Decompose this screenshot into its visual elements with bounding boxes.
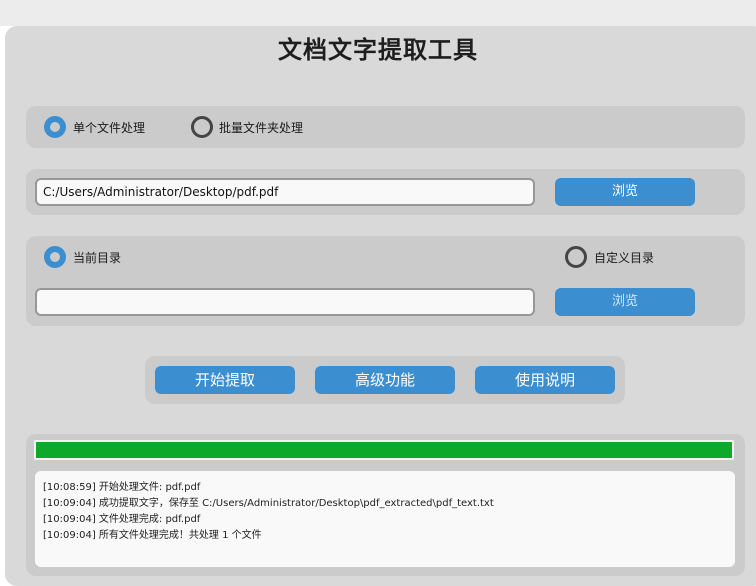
current-dir-radio[interactable] — [44, 246, 66, 268]
output-dir-input[interactable] — [35, 288, 535, 316]
custom-dir-radio[interactable] — [565, 246, 587, 268]
start-extract-button[interactable]: 开始提取 — [155, 366, 295, 394]
page-title: 文档文字提取工具 — [278, 36, 478, 64]
custom-dir-label[interactable]: 自定义目录 — [594, 249, 654, 266]
file-browse-button[interactable]: 浏览 — [555, 178, 695, 206]
progress-bar — [34, 440, 734, 460]
current-dir-label[interactable]: 当前目录 — [73, 249, 121, 266]
single-file-radio[interactable] — [44, 116, 66, 138]
progress-fill — [36, 442, 732, 458]
batch-folder-radio[interactable] — [191, 116, 213, 138]
help-button[interactable]: 使用说明 — [475, 366, 615, 394]
window-top-strip — [0, 0, 756, 26]
output-browse-button[interactable]: 浏览 — [555, 288, 695, 316]
single-file-label[interactable]: 单个文件处理 — [73, 119, 145, 136]
log-line: [10:09:04] 所有文件处理完成！共处理 1 个文件 — [43, 530, 262, 541]
log-line: [10:09:04] 文件处理完成: pdf.pdf — [43, 514, 201, 525]
file-path-input[interactable]: C:/Users/Administrator/Desktop/pdf.pdf — [35, 178, 535, 206]
log-area[interactable]: [10:08:59] 开始处理文件: pdf.pdf [10:09:04] 成功提… — [35, 471, 735, 567]
batch-folder-label[interactable]: 批量文件夹处理 — [219, 119, 303, 136]
log-line: [10:08:59] 开始处理文件: pdf.pdf — [43, 482, 201, 493]
advanced-button[interactable]: 高级功能 — [315, 366, 455, 394]
log-line: [10:09:04] 成功提取文字，保存至 C:/Users/Administr… — [43, 498, 494, 509]
